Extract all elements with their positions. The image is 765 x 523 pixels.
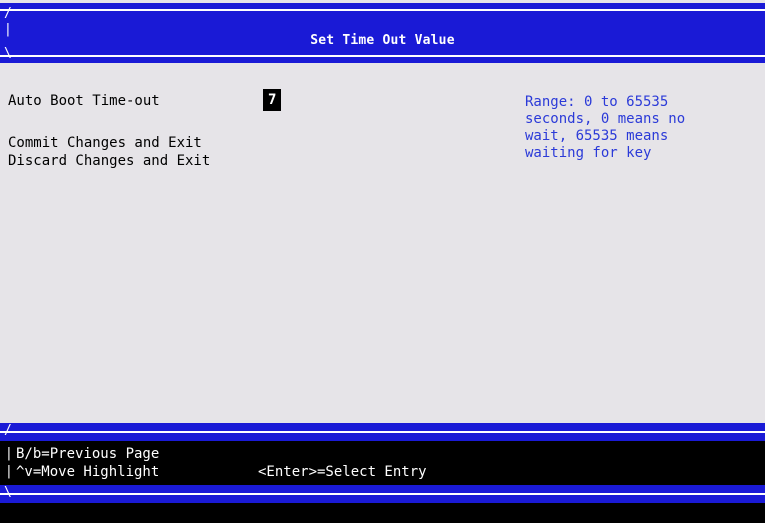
help-line: Range: 0 to 65535 [525, 94, 669, 110]
corner-backslash-icon: \ [4, 46, 12, 61]
footer-corner-backslash-icon: \ [4, 485, 12, 500]
footer-top-rule [0, 431, 765, 433]
help-text: Range: 0 to 65535 seconds, 0 means no wa… [525, 94, 745, 162]
hint-select-entry: <Enter>=Select Entry [258, 464, 427, 480]
footer-corner-slash-icon: / [4, 423, 12, 438]
bios-screen: / | \ Set Time Out Value Auto Boot Time-… [0, 0, 765, 523]
main-panel: Auto Boot Time-out 7 Commit Changes and … [0, 68, 765, 423]
hint-move-highlight: ^v=Move Highlight [16, 464, 160, 480]
commit-changes-exit-item[interactable]: Commit Changes and Exit [8, 134, 202, 152]
title-bar: / | \ Set Time Out Value [0, 3, 765, 63]
header: / | \ Set Time Out Value [0, 0, 765, 68]
footer-bottom-rule [0, 493, 765, 495]
help-line: wait, 65535 means [525, 128, 669, 144]
help-line: seconds, 0 means no [525, 111, 686, 127]
title-bar-bottom-rule [0, 55, 765, 57]
hint-previous-page: B/b=Previous Page [16, 446, 160, 462]
footer-pipe-icon: | [5, 446, 13, 461]
corner-slash-icon: / [4, 6, 12, 21]
title-bar-top-rule [0, 9, 765, 11]
footer-bottom-bar: \ [0, 485, 765, 503]
help-line: waiting for key [525, 145, 652, 161]
footer-pipe-icon: | [5, 464, 13, 479]
auto-boot-timeout-label[interactable]: Auto Boot Time-out [8, 92, 160, 110]
footer: / | B/b=Previous Page | ^v=Move Highligh… [0, 423, 765, 523]
discard-changes-exit-item[interactable]: Discard Changes and Exit [8, 152, 210, 170]
page-title: Set Time Out Value [310, 33, 455, 48]
footer-top-bar: / [0, 423, 765, 441]
auto-boot-timeout-input[interactable]: 7 [262, 89, 282, 111]
